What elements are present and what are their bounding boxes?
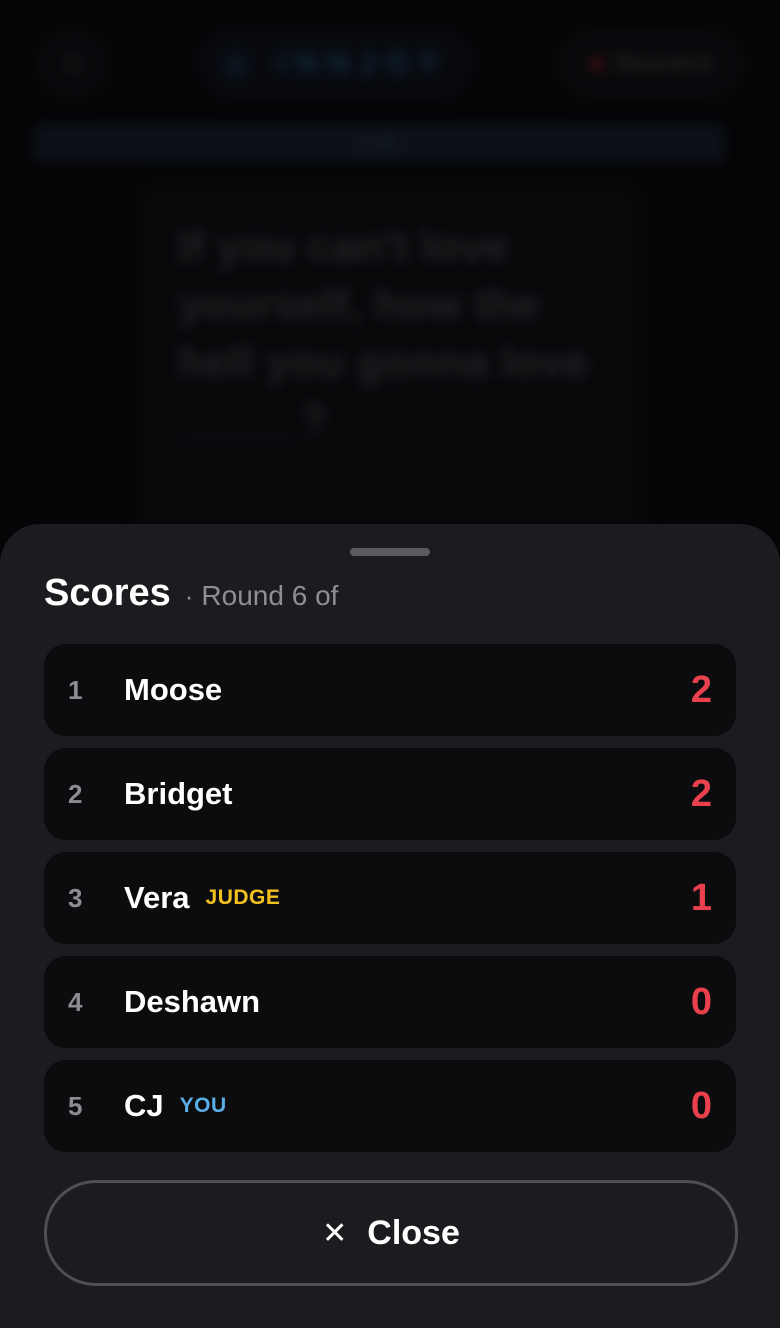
timer-bar: 0:35 [34, 124, 724, 162]
player-score: 2 [690, 668, 712, 711]
player-name: Bridget [124, 776, 233, 811]
round-indicator: Round 6 [556, 28, 746, 100]
app-logo: ◎ INNJOY [198, 26, 474, 100]
close-button-label: Close [367, 1213, 460, 1252]
player-rank: 2 [68, 778, 83, 809]
you-badge: YOU [179, 1094, 227, 1117]
round-progress: Round 6 of [201, 580, 339, 611]
scores-sheet: Scores · Round 6 of 1 Moose 2 2 Bridget … [0, 524, 780, 1328]
player-rank: 5 [68, 1090, 83, 1121]
player-name: Deshawn [124, 984, 261, 1019]
header-separator: · [184, 581, 194, 611]
player-name: Vera [124, 880, 190, 915]
player-row: 1 Moose 2 [44, 644, 736, 736]
prompt-text: If you can't love yourself, how the hell… [178, 222, 589, 445]
player-name: Moose [124, 672, 223, 707]
player-rank: 1 [68, 674, 83, 705]
player-row: 5 CJ YOU 0 [44, 1060, 736, 1152]
sheet-header: Scores · Round 6 of [44, 572, 338, 618]
player-score: 0 [690, 980, 712, 1023]
player-name: CJ [124, 1088, 164, 1123]
player-score: 1 [690, 876, 712, 919]
player-score: 2 [690, 772, 712, 815]
player-row: 2 Bridget 2 [44, 748, 736, 840]
scoreboard-list: 1 Moose 2 2 Bridget 2 3 Vera JUDGE 1 4 D… [44, 644, 736, 1164]
round-dot-icon [591, 58, 603, 70]
sheet-title: Scores [44, 572, 171, 614]
player-rank: 4 [68, 986, 83, 1017]
sheet-drag-handle[interactable] [350, 548, 430, 556]
close-icon: ✕ [62, 48, 84, 79]
player-row: 3 Vera JUDGE 1 [44, 852, 736, 944]
judge-badge: JUDGE [205, 886, 281, 909]
exit-game-button: ✕ [34, 28, 112, 100]
player-score: 0 [690, 1084, 712, 1127]
close-button[interactable]: ✕ Close [44, 1180, 738, 1286]
close-icon: ✕ [322, 1216, 348, 1250]
player-rank: 3 [68, 882, 83, 913]
player-row: 4 Deshawn 0 [44, 956, 736, 1048]
round-indicator-label: Round 6 [615, 50, 711, 77]
